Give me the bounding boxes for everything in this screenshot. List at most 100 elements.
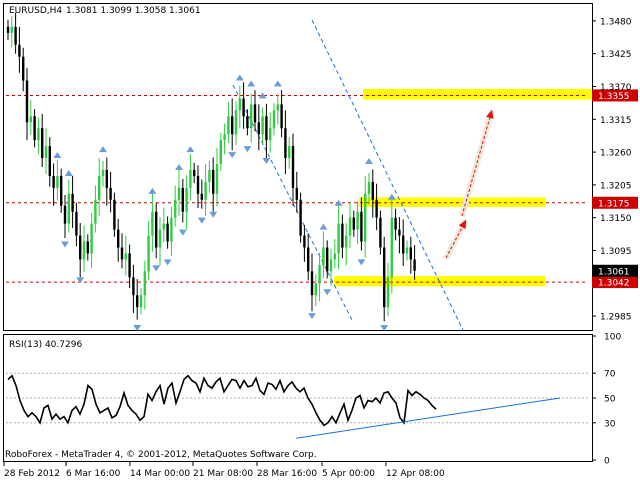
candle-body xyxy=(219,140,222,165)
candle-body xyxy=(136,295,139,308)
price-tick-label: 1.3425 xyxy=(600,50,632,60)
candle-body xyxy=(139,295,143,308)
candle-body xyxy=(143,271,146,296)
candle-body xyxy=(337,223,340,254)
rsi-tick-label: 0 xyxy=(604,457,610,467)
level-tag-label: 1.3355 xyxy=(598,92,630,102)
candle-body xyxy=(25,80,29,123)
candle-body xyxy=(215,164,219,194)
price-tick-label: 1.3480 xyxy=(600,17,632,27)
candle-body xyxy=(124,253,127,260)
ohlc-values: 1.3081 1.3099 1.3058 1.3061 xyxy=(66,6,201,16)
candle-body xyxy=(231,116,234,135)
candle-body xyxy=(52,175,55,188)
candle-body xyxy=(227,116,230,135)
candle-body xyxy=(402,235,405,254)
candle-body xyxy=(212,169,215,194)
candle-body xyxy=(280,104,283,129)
candle-body xyxy=(128,253,131,278)
candle-body xyxy=(75,211,78,236)
candle-body xyxy=(101,169,105,176)
price-tick-label: 1.3315 xyxy=(600,116,632,126)
candle-body xyxy=(155,211,158,248)
candle-body xyxy=(94,199,97,224)
candle-body xyxy=(284,128,287,159)
candle-body xyxy=(265,116,268,141)
rsi-tick-label: 30 xyxy=(604,419,616,429)
candle-body xyxy=(360,211,363,242)
time-tick-label: 6 Mar 16:00 xyxy=(66,469,121,479)
candle-body xyxy=(174,199,177,218)
candle-body xyxy=(22,56,25,81)
candle-body xyxy=(386,277,390,308)
candle-body xyxy=(200,193,203,200)
level-tag-label: 1.3042 xyxy=(598,279,630,289)
candle-body xyxy=(390,217,393,278)
support-resistance-zone xyxy=(362,88,592,100)
candle-body xyxy=(394,217,397,230)
candle-body xyxy=(166,223,169,242)
symbol-label: EURUSD,H4 xyxy=(9,6,62,16)
candle-body xyxy=(170,217,173,242)
candle-body xyxy=(413,259,416,271)
candle-body xyxy=(147,235,150,272)
candle-body xyxy=(208,169,211,182)
candle-body xyxy=(341,223,344,248)
candle-body xyxy=(158,229,162,248)
support-resistance-zone xyxy=(358,197,546,207)
candle-body xyxy=(79,235,82,260)
candle-body xyxy=(303,235,306,248)
candle-body xyxy=(48,146,51,176)
candle-body xyxy=(196,175,200,194)
candle-body xyxy=(60,175,63,206)
candle-body xyxy=(18,44,21,57)
candle-body xyxy=(375,199,378,218)
candle-body xyxy=(10,26,13,33)
candle-body xyxy=(314,283,317,296)
candle-body xyxy=(295,187,298,200)
candle-body xyxy=(269,128,272,141)
candle-body xyxy=(352,217,355,230)
candle-body xyxy=(185,187,188,212)
chart-window: 1.3355 1.3175 1.3042 1.3061 1.3480 1.3425 1.3… xyxy=(0,0,640,481)
time-tick-label: 28 Feb 2012 xyxy=(4,469,60,479)
copyright-text: RoboForex - MetaTrader 4, © 2001-2012, M… xyxy=(5,450,317,460)
rsi-tick-label: 50 xyxy=(604,395,616,405)
candle-body xyxy=(193,169,196,176)
current-price-label: 1.3061 xyxy=(598,267,630,277)
candle-body xyxy=(189,169,192,188)
candle-body xyxy=(162,223,165,230)
time-tick-label: 5 Apr 00:00 xyxy=(322,469,375,479)
candle-body xyxy=(246,116,249,129)
time-tick-label: 21 Mar 08:00 xyxy=(193,469,253,479)
candle-body xyxy=(291,146,295,188)
candle-body xyxy=(257,122,260,135)
candle-body xyxy=(345,235,348,248)
rsi-tick-label: 70 xyxy=(604,370,616,380)
rsi-axis: 100 70 50 30 0 xyxy=(592,333,621,467)
candle-body xyxy=(6,26,10,33)
candle-body xyxy=(14,26,17,45)
candle-body xyxy=(234,110,238,135)
price-tick-label: 1.3150 xyxy=(600,214,632,224)
candle-body xyxy=(109,187,112,200)
candle-body xyxy=(120,247,124,260)
candle-body xyxy=(151,211,154,236)
price-tick-label: 1.3205 xyxy=(600,181,632,191)
candle-body xyxy=(44,146,48,159)
candle-body xyxy=(223,134,226,141)
candle-body xyxy=(71,193,74,212)
time-tick-label: 12 Apr 08:00 xyxy=(386,469,445,479)
candle-body xyxy=(41,128,44,159)
candle-body xyxy=(132,277,135,296)
candle-body xyxy=(367,181,371,194)
price-tick-label: 1.3095 xyxy=(600,247,632,257)
candle-body xyxy=(299,199,302,236)
candle-body xyxy=(379,217,382,248)
price-tick-label: 1.3370 xyxy=(600,83,632,93)
candle-body xyxy=(364,193,367,242)
candle-body xyxy=(348,217,352,236)
candle-body xyxy=(322,247,325,266)
price-tick-label: 1.3260 xyxy=(600,149,632,159)
candle-body xyxy=(409,247,412,260)
